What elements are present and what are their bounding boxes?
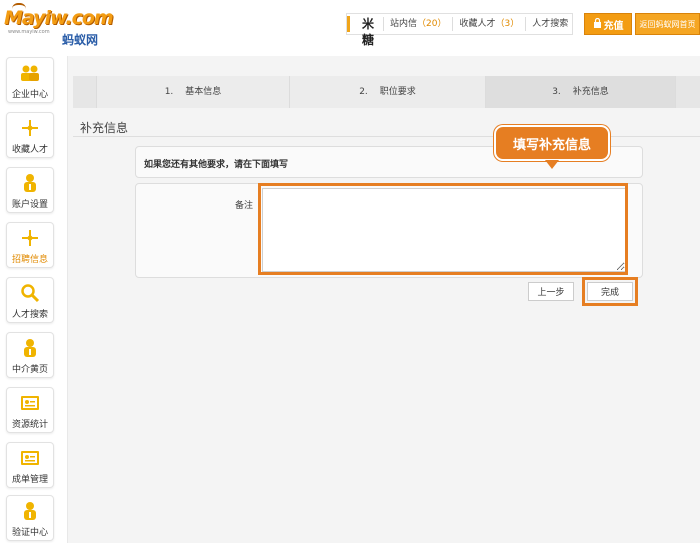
- step-label: 补充信息: [572, 87, 609, 97]
- sidebar-item-label: 人才搜索: [11, 310, 48, 320]
- step-number: 1.: [164, 87, 174, 97]
- card-icon: [19, 448, 41, 468]
- sidebar-item-label: 收藏人才: [11, 145, 48, 155]
- step-basic-info: 1. 基本信息: [97, 76, 290, 108]
- sidebar-item-label: 成单管理: [11, 475, 48, 485]
- person-icon: [19, 338, 41, 358]
- logo-brand: Mayiw.com: [4, 7, 114, 29]
- remark-label: 备注: [235, 201, 254, 211]
- saved-talents-link[interactable]: 收藏人才（3）: [452, 17, 525, 31]
- step-indicator: 1. 基本信息 2. 职位要求 3. 补充信息: [73, 76, 700, 108]
- sparkle-icon: [19, 228, 41, 248]
- site-logo[interactable]: Mayiw.com www.mayiw.com 蚂蚁网: [2, 3, 114, 48]
- sidebar-item-account-settings[interactable]: 账户设置: [6, 167, 54, 213]
- saved-talents-label: 收藏人才: [459, 19, 496, 29]
- step-spacer: [73, 76, 97, 108]
- sidebar-item-label: 中介黄页: [11, 365, 48, 375]
- talent-search-link[interactable]: 人才搜索: [525, 17, 574, 31]
- step-spacer: [676, 76, 700, 108]
- main-panel: 1. 基本信息 2. 职位要求 3. 补充信息 补充信息 如果您还有其他要求，请在下面…: [67, 56, 700, 543]
- recharge-label: 充值: [603, 20, 624, 32]
- step-label: 职位要求: [379, 87, 416, 97]
- card-icon: [19, 393, 41, 413]
- talent-search-label: 人才搜索: [532, 19, 569, 29]
- remark-textarea[interactable]: [262, 188, 626, 272]
- recharge-button[interactable]: 充值: [584, 13, 632, 35]
- saved-talents-count: （3）: [495, 19, 520, 29]
- sparkle-icon: [19, 118, 41, 138]
- sidebar-item-label: 资源统计: [11, 420, 48, 430]
- callout-annotation: 填写补充信息: [494, 125, 610, 161]
- sidebar-item-recruitment-info[interactable]: 招聘信息: [6, 222, 54, 268]
- sidebar-item-label: 验证中心: [11, 528, 48, 538]
- finish-button[interactable]: 完成: [587, 282, 633, 301]
- sidebar-item-agency-pages[interactable]: 中介黄页: [6, 332, 54, 378]
- sidebar-item-saved-talents[interactable]: 收藏人才: [6, 112, 54, 158]
- sidebar-item-talent-search[interactable]: 人才搜索: [6, 277, 54, 323]
- sidebar-item-label: 招聘信息: [11, 255, 48, 265]
- sidebar-item-deal-management[interactable]: 成单管理: [6, 442, 54, 488]
- person-icon: [19, 173, 41, 193]
- sidebar-item-enterprise-center[interactable]: 企业中心: [6, 57, 54, 103]
- step-additional-info: 3. 补充信息: [486, 76, 676, 108]
- step-job-requirements: 2. 职位要求: [290, 76, 486, 108]
- sidebar-item-label: 企业中心: [11, 90, 48, 100]
- step-number: 2.: [359, 87, 368, 97]
- messages-link[interactable]: 站内信（20）: [383, 17, 452, 31]
- sidebar-item-resource-stats[interactable]: 资源统计: [6, 387, 54, 433]
- sidebar-item-verification-center[interactable]: 验证中心: [6, 495, 54, 541]
- person-icon: [19, 501, 41, 521]
- lock-icon: [593, 17, 602, 31]
- messages-label: 站内信: [390, 19, 418, 29]
- previous-step-button[interactable]: 上一步: [528, 282, 574, 301]
- callout-tail: [545, 160, 559, 169]
- logo-url: www.mayiw.com: [8, 29, 50, 35]
- username: 米糖: [347, 16, 383, 47]
- messages-count: （20）: [417, 19, 447, 29]
- user-topbar: 米糖 站内信（20） 收藏人才（3） 人才搜索: [346, 13, 574, 47]
- step-number: 3.: [552, 87, 561, 97]
- step-label: 基本信息: [185, 87, 222, 97]
- search-icon: [19, 283, 41, 303]
- section-title: 补充信息: [80, 121, 129, 135]
- logo-cn: 蚂蚁网: [62, 33, 99, 47]
- sidebar-item-label: 账户设置: [11, 200, 48, 210]
- back-home-button[interactable]: 返回蚂蚁网首页: [635, 13, 700, 35]
- remark-form: 备注: [135, 183, 643, 278]
- sidebar: 企业中心 收藏人才 账户设置 招聘信息 人才搜索 中介黄页 资源统计 成单管理 …: [0, 55, 60, 543]
- people-icon: [19, 63, 41, 83]
